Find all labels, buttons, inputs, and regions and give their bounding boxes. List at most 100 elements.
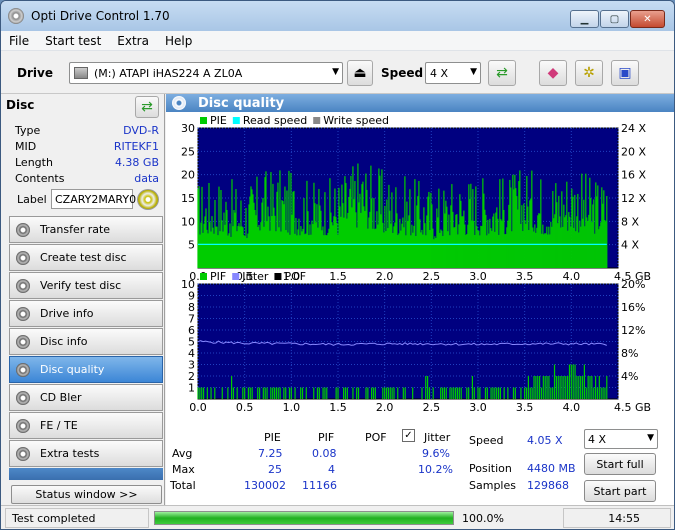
info-key: Length [15, 156, 53, 169]
y-tick-label: 30 [181, 122, 195, 135]
drive-select[interactable]: (M:) ATAPI iHAS224 A ZL0A ▼ [69, 62, 343, 84]
drive-select-value: (M:) ATAPI iHAS224 A ZL0A [94, 66, 243, 80]
label-key: Label [17, 193, 47, 206]
disc-quality-panel: Disc quality PIE Read speed Write speed 0.… [166, 94, 674, 505]
erase-button[interactable]: ◆ [539, 60, 567, 86]
menu-help[interactable]: Help [157, 34, 200, 48]
legend-swatch [313, 117, 321, 124]
menu-file[interactable]: File [1, 34, 37, 48]
close-button[interactable]: ✕ [630, 10, 665, 28]
status-text: Test completed [5, 508, 149, 528]
eraser-icon: ◆ [547, 65, 559, 81]
nav-disc-info[interactable]: Disc info [9, 328, 163, 355]
x-tick-label: 4.0 [563, 401, 581, 414]
eject-icon: ⏏ [353, 65, 367, 81]
legend-swatch [232, 117, 240, 124]
max-jitter: 10.2% [418, 463, 453, 476]
x-tick-label: 1.5 [329, 270, 347, 283]
y2-tick-label: 20% [621, 278, 645, 291]
eject-button[interactable]: ⏏ [347, 60, 373, 86]
refresh-icon: ⇄ [141, 99, 153, 115]
speed-stat-value: 4.05 X [527, 434, 563, 447]
nav-create-test-disc[interactable]: Create test disc [9, 244, 163, 271]
x-tick-label: 2.5 [423, 270, 441, 283]
row-max: Max [172, 463, 195, 476]
info-key: Contents [15, 172, 65, 185]
legend-label: PIE [210, 114, 227, 127]
refresh-speed-button[interactable]: ⇄ [488, 60, 516, 86]
x-tick-label: 3.0 [469, 270, 487, 283]
nav-label: CD Bler [40, 391, 82, 404]
maximize-button[interactable]: ▢ [600, 10, 629, 28]
nav-label: Verify test disc [40, 279, 122, 292]
disc-header-title: Disc [6, 98, 35, 112]
gears-icon: ✲ [583, 65, 595, 81]
info-value: 4.38 GB [114, 156, 159, 169]
menu-extra[interactable]: Extra [109, 34, 157, 48]
speed-select[interactable]: 4 X ▼ [425, 62, 481, 84]
label-disc-icon[interactable] [137, 189, 159, 210]
y-tick-label: 5 [188, 239, 195, 252]
left-panel: Disc ⇄ Type DVD-R MID RITEKF1 Length 4.38 G… [1, 94, 165, 505]
x-tick-label: 3.0 [469, 401, 487, 414]
nav-disc-quality[interactable]: Disc quality [9, 356, 163, 383]
save-button[interactable]: ▣ [611, 60, 639, 86]
nav-label: Extra tests [40, 447, 100, 460]
legend-swatch [200, 117, 207, 124]
nav-transfer-rate[interactable]: Transfer rate [9, 216, 163, 243]
nav-fe-te[interactable]: FE / TE [9, 412, 163, 439]
y-tick-label: 20 [181, 169, 195, 182]
minimize-button[interactable]: ▁ [570, 10, 599, 28]
disc-icon [16, 250, 30, 265]
nav-verify-test-disc[interactable]: Verify test disc [9, 272, 163, 299]
panel-title: Disc quality [198, 95, 285, 111]
status-window-button[interactable]: Status window >> [11, 485, 162, 504]
avg-pif: 0.08 [312, 447, 337, 460]
progress-label: 100.0% [462, 512, 504, 525]
nav-drive-info[interactable]: Drive info [9, 300, 163, 327]
settings-button[interactable]: ✲ [575, 60, 603, 86]
total-pie: 130002 [244, 479, 286, 492]
y2-tick-label: 16 X [621, 169, 646, 182]
menu-bar: File Start test Extra Help [1, 31, 674, 51]
start-full-button[interactable]: Start full [584, 453, 656, 475]
progress-bar [154, 511, 454, 525]
max-pie: 25 [268, 463, 282, 476]
label-field[interactable]: CZARY2MARY0 [51, 189, 136, 209]
y-tick-label: 10 [181, 215, 195, 228]
disc-icon [16, 446, 30, 461]
nav-label: Disc quality [40, 363, 105, 376]
start-part-button[interactable]: Start part [584, 480, 656, 502]
legend-swatch [274, 273, 282, 280]
samples-label: Samples [469, 479, 516, 492]
app-window: Opti Drive Control 1.70 ▁ ▢ ✕ File Start… [0, 0, 675, 530]
nav-cd-bler[interactable]: CD Bler [9, 384, 163, 411]
y-tick-label: 15 [181, 192, 195, 205]
x-tick-label: 2.5 [423, 401, 441, 414]
menu-start-test[interactable]: Start test [37, 34, 109, 48]
chart1-legend: PIE Read speed Write speed [200, 114, 389, 127]
avg-pie: 7.25 [258, 447, 283, 460]
position-value: 4480 MB [527, 462, 576, 475]
test-speed-select[interactable]: 4 X ▼ [584, 429, 658, 449]
speed-stat-label: Speed [469, 434, 504, 447]
row-total: Total [170, 479, 196, 492]
nav-label: Disc info [40, 335, 88, 348]
y2-tick-label: 20 X [621, 145, 646, 158]
disc-icon [16, 278, 30, 293]
y2-tick-label: 16% [621, 301, 645, 314]
info-key: Type [15, 124, 41, 137]
disc-refresh-button[interactable]: ⇄ [135, 96, 159, 118]
col-pif: PIF [318, 431, 335, 444]
nav-label: FE / TE [40, 419, 78, 432]
legend-swatch [200, 273, 207, 280]
jitter-checkbox[interactable]: ✓ [402, 429, 415, 442]
y2-tick-label: 12% [621, 324, 645, 337]
nav-extra-tests[interactable]: Extra tests [9, 440, 163, 467]
floppy-icon: ▣ [618, 65, 632, 81]
position-label: Position [469, 462, 512, 475]
legend-label: Write speed [323, 114, 389, 127]
disc-icon [16, 306, 30, 321]
app-disc-icon [8, 8, 24, 24]
status-time: 14:55 [563, 508, 671, 528]
